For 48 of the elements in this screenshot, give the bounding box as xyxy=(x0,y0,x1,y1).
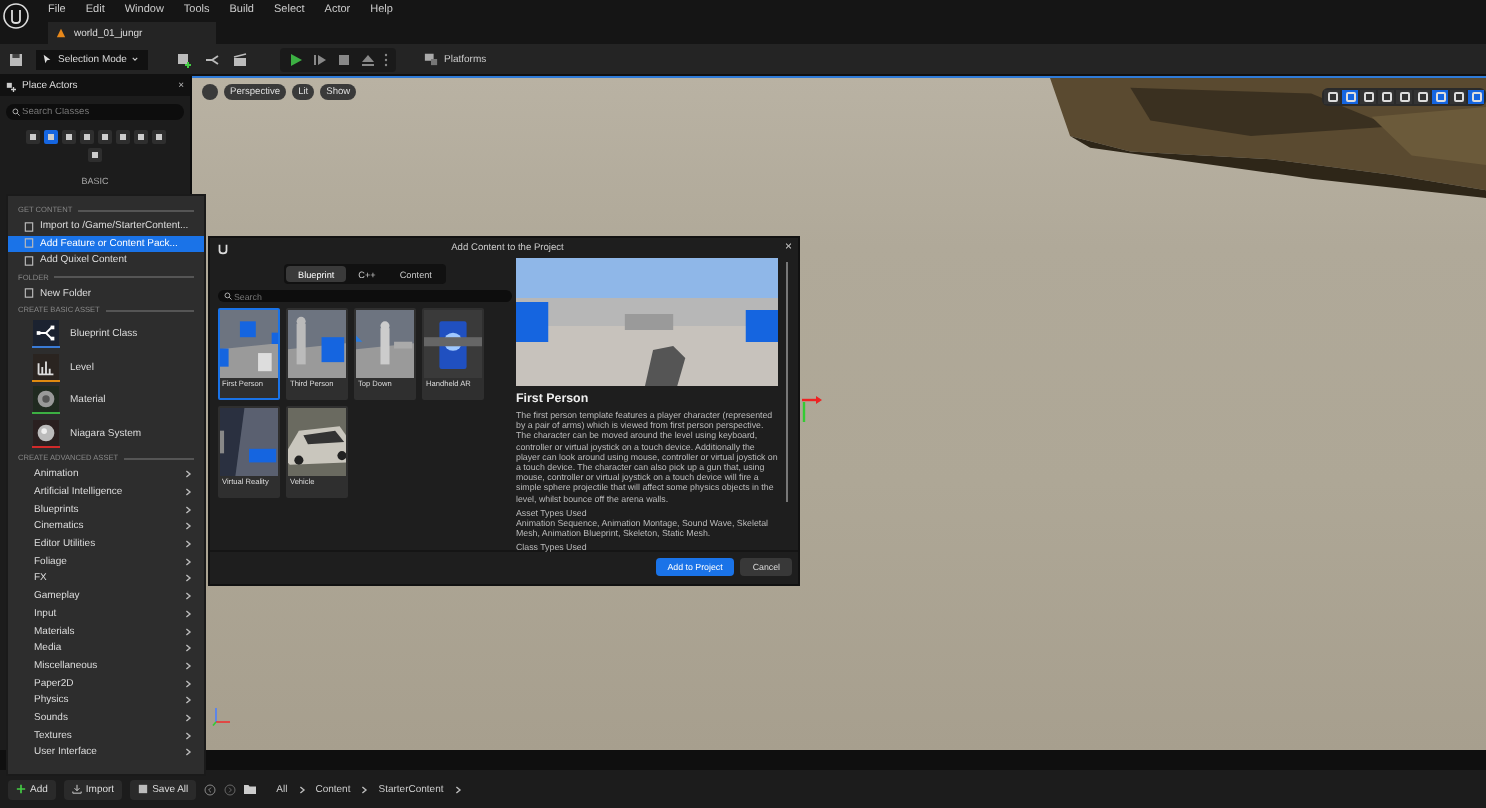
category-tab[interactable] xyxy=(97,130,111,144)
step-icon[interactable] xyxy=(312,51,328,67)
transform-tool[interactable] xyxy=(1450,90,1466,104)
logo-icon xyxy=(216,241,230,255)
search-icon xyxy=(12,108,20,116)
category-tab[interactable] xyxy=(43,130,57,144)
stop-icon[interactable] xyxy=(336,51,352,67)
place-actors-icon xyxy=(6,81,16,91)
cursor-icon xyxy=(42,54,52,64)
category-tab[interactable] xyxy=(25,130,39,144)
viewport-menu-button[interactable] xyxy=(202,84,218,100)
level-icon xyxy=(32,353,60,380)
category-tab[interactable] xyxy=(151,130,165,144)
save-icon[interactable] xyxy=(8,51,24,67)
plus-icon xyxy=(16,784,26,794)
category-tab[interactable] xyxy=(79,130,93,144)
node-graph-icon[interactable] xyxy=(204,51,220,67)
chevron-right-icon xyxy=(453,785,462,793)
logo-icon[interactable] xyxy=(2,2,30,30)
level-icon xyxy=(56,28,66,38)
search-icon xyxy=(224,292,232,300)
transform-tool[interactable] xyxy=(1360,90,1376,104)
clapperboard-icon[interactable] xyxy=(232,51,248,67)
caret-icon xyxy=(132,56,139,62)
back-icon[interactable] xyxy=(204,783,217,795)
eject-icon[interactable] xyxy=(360,51,376,67)
scrollbar[interactable] xyxy=(785,262,788,502)
sphere-icon xyxy=(32,386,60,413)
transform-tool[interactable] xyxy=(1396,90,1412,104)
node-graph-icon xyxy=(32,320,60,347)
category-tab[interactable] xyxy=(88,148,102,162)
chevron-right-icon xyxy=(297,785,306,793)
transform-tool[interactable] xyxy=(1324,90,1340,104)
category-tab[interactable] xyxy=(115,130,129,144)
chevron-right-icon xyxy=(360,785,369,793)
transform-tool[interactable] xyxy=(1378,90,1394,104)
axis-icon xyxy=(212,706,232,726)
folder-icon xyxy=(244,784,257,794)
transform-tool[interactable] xyxy=(1414,90,1430,104)
sphere-icon xyxy=(32,419,60,446)
play-icon[interactable] xyxy=(288,51,304,67)
category-tab[interactable] xyxy=(133,130,147,144)
import-icon xyxy=(71,784,82,794)
save-icon xyxy=(138,784,149,794)
document-icon xyxy=(24,288,34,299)
category-tab[interactable] xyxy=(61,130,75,144)
platforms-icon xyxy=(424,52,438,66)
add-cube-icon[interactable] xyxy=(176,51,192,67)
